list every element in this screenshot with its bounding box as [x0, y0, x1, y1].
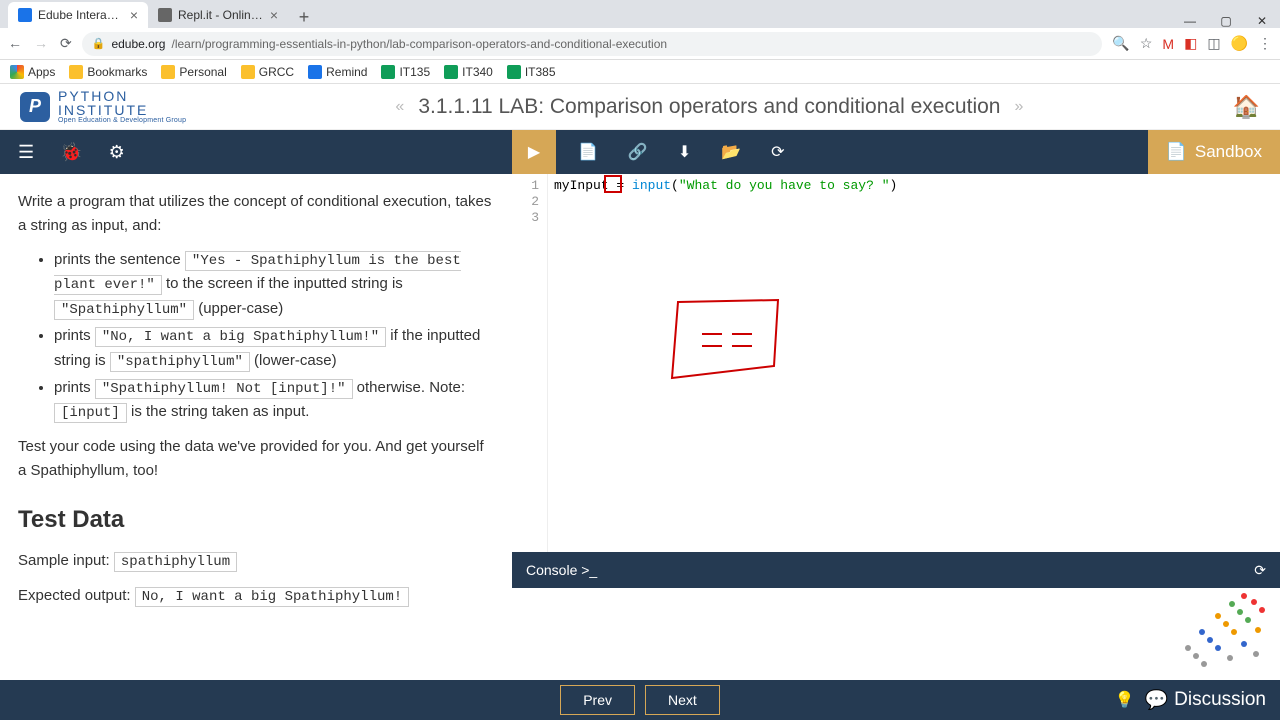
maximize-button[interactable]: ▢ — [1208, 14, 1244, 28]
bookmark-item[interactable]: IT340 — [444, 65, 493, 79]
hint-icon[interactable]: 💡 — [1115, 690, 1135, 710]
console-body[interactable] — [512, 588, 1280, 680]
bookmark-item[interactable]: GRCC — [241, 65, 294, 79]
decoration-dots — [1164, 588, 1274, 676]
home-icon[interactable]: 🏠 — [1233, 94, 1260, 120]
browser-tab-active[interactable]: Edube Interactive :: 3.1.1.11 LAB: × — [8, 2, 148, 28]
annotation-sketch — [668, 294, 808, 404]
address-bar: ← → ⟳ 🔒 edube.org/learn/programming-esse… — [0, 28, 1280, 60]
expected-output: Expected output: No, I want a big Spathi… — [18, 584, 494, 608]
chat-icon: 💬 — [1144, 688, 1168, 712]
test-data-heading: Test Data — [18, 501, 494, 539]
next-button[interactable]: Next — [645, 685, 720, 715]
extension-icon-2[interactable]: ◫ — [1207, 35, 1220, 52]
logo-sub1: INSTITUTE — [58, 103, 186, 117]
new-tab-button[interactable]: + — [294, 7, 314, 28]
tab-strip: Edube Interactive :: 3.1.1.11 LAB: × Rep… — [0, 0, 1280, 28]
code-area[interactable]: myInput = input("What do you have to say… — [548, 174, 1280, 552]
gear-icon[interactable]: ⚙ — [109, 142, 125, 163]
bookmark-item[interactable]: Personal — [161, 65, 226, 79]
discussion-label: Discussion — [1174, 689, 1266, 711]
right-pane: 1 2 3 myInput = input("What do you have … — [512, 174, 1280, 680]
url-host: edube.org — [111, 37, 165, 51]
back-button[interactable]: ← — [8, 35, 22, 52]
lesson-content[interactable]: Write a program that utilizes the concep… — [0, 174, 512, 680]
close-window-button[interactable]: ✕ — [1244, 14, 1280, 28]
profile-icon[interactable]: 🟡 — [1231, 35, 1248, 52]
toolbar-row: ☰ 🐞 ⚙ ▶ 📄 🔗 ⬇ 📂 ⟳ 📄 Sandbox — [0, 130, 1280, 174]
lock-icon: 🔒 — [92, 37, 106, 50]
reload-button[interactable]: ⟳ — [60, 35, 72, 52]
bookmark-item[interactable]: IT135 — [381, 65, 430, 79]
next-lesson-icon[interactable]: » — [1014, 98, 1023, 116]
gmail-icon[interactable]: M — [1162, 36, 1174, 52]
menu-icon[interactable]: ⋮ — [1258, 35, 1272, 52]
url-path: /learn/programming-essentials-in-python/… — [171, 37, 667, 51]
sandbox-button[interactable]: 📄 Sandbox — [1148, 130, 1280, 174]
bookmark-item[interactable]: IT385 — [507, 65, 556, 79]
bookmark-item[interactable]: Remind — [308, 65, 367, 79]
tab-title: Edube Interactive :: 3.1.1.11 LAB: — [38, 8, 124, 22]
zoom-icon[interactable]: 🔍 — [1112, 35, 1129, 52]
run-button[interactable]: ▶ — [512, 130, 556, 174]
browser-tab[interactable]: Repl.it - Online Python Editor an × — [148, 2, 288, 28]
logo-main: PYTHON — [58, 89, 186, 103]
discussion-button[interactable]: 💬 Discussion — [1144, 688, 1266, 712]
close-icon[interactable]: × — [130, 7, 138, 23]
window-controls: — ▢ ✕ — [1172, 14, 1280, 28]
footer: Prev Next 💡 💬 Discussion — [0, 680, 1280, 720]
star-icon[interactable]: ☆ — [1140, 35, 1153, 52]
favicon — [18, 8, 32, 22]
copy-icon[interactable]: 📄 — [578, 142, 598, 162]
bullet-2: prints "No, I want a big Spathiphyllum!"… — [54, 324, 494, 373]
page-header: P PYTHON INSTITUTE Open Education & Deve… — [0, 84, 1280, 130]
url-input[interactable]: 🔒 edube.org/learn/programming-essentials… — [82, 32, 1103, 56]
bookmarks-bar: Apps Bookmarks Personal GRCC Remind IT13… — [0, 60, 1280, 84]
favicon — [158, 8, 172, 22]
sandbox-label: Sandbox — [1195, 142, 1262, 162]
refresh-icon[interactable]: ⟳ — [1254, 562, 1266, 579]
bookmark-apps[interactable]: Apps — [10, 65, 55, 79]
logo[interactable]: P PYTHON INSTITUTE Open Education & Deve… — [20, 89, 186, 124]
logo-sub2: Open Education & Development Group — [58, 117, 186, 124]
folder-icon[interactable]: 📂 — [721, 142, 741, 162]
console-label: Console >_ — [526, 562, 597, 578]
outro-text: Test your code using the data we've prov… — [18, 435, 494, 483]
refresh-icon[interactable]: ⟳ — [771, 142, 784, 162]
close-icon[interactable]: × — [270, 7, 278, 23]
extension-icon[interactable]: ◧ — [1184, 35, 1197, 52]
prev-button[interactable]: Prev — [560, 685, 635, 715]
minimize-button[interactable]: — — [1172, 14, 1208, 28]
lesson-title: 3.1.1.11 LAB: Comparison operators and c… — [418, 95, 1000, 119]
code-editor[interactable]: 1 2 3 myInput = input("What do you have … — [512, 174, 1280, 552]
bullet-3: prints "Spathiphyllum! Not [input]!" oth… — [54, 376, 494, 425]
tab-title: Repl.it - Online Python Editor an — [178, 8, 264, 22]
bullet-1: prints the sentence "Yes - Spathiphyllum… — [54, 248, 494, 321]
console-header[interactable]: Console >_ ⟳ — [512, 552, 1280, 588]
bug-icon[interactable]: 🐞 — [60, 142, 82, 163]
bookmark-item[interactable]: Bookmarks — [69, 65, 147, 79]
file-icon: 📄 — [1166, 142, 1187, 162]
prev-lesson-icon[interactable]: « — [395, 98, 404, 116]
gutter: 1 2 3 — [512, 174, 548, 552]
logo-icon: P — [20, 92, 50, 122]
share-icon[interactable]: 🔗 — [628, 142, 648, 162]
menu-icon[interactable]: ☰ — [18, 142, 34, 163]
forward-button[interactable]: → — [34, 35, 48, 52]
intro-text: Write a program that utilizes the concep… — [18, 190, 494, 238]
sample-input: Sample input: spathiphyllum — [18, 549, 494, 573]
download-icon[interactable]: ⬇ — [678, 142, 691, 162]
